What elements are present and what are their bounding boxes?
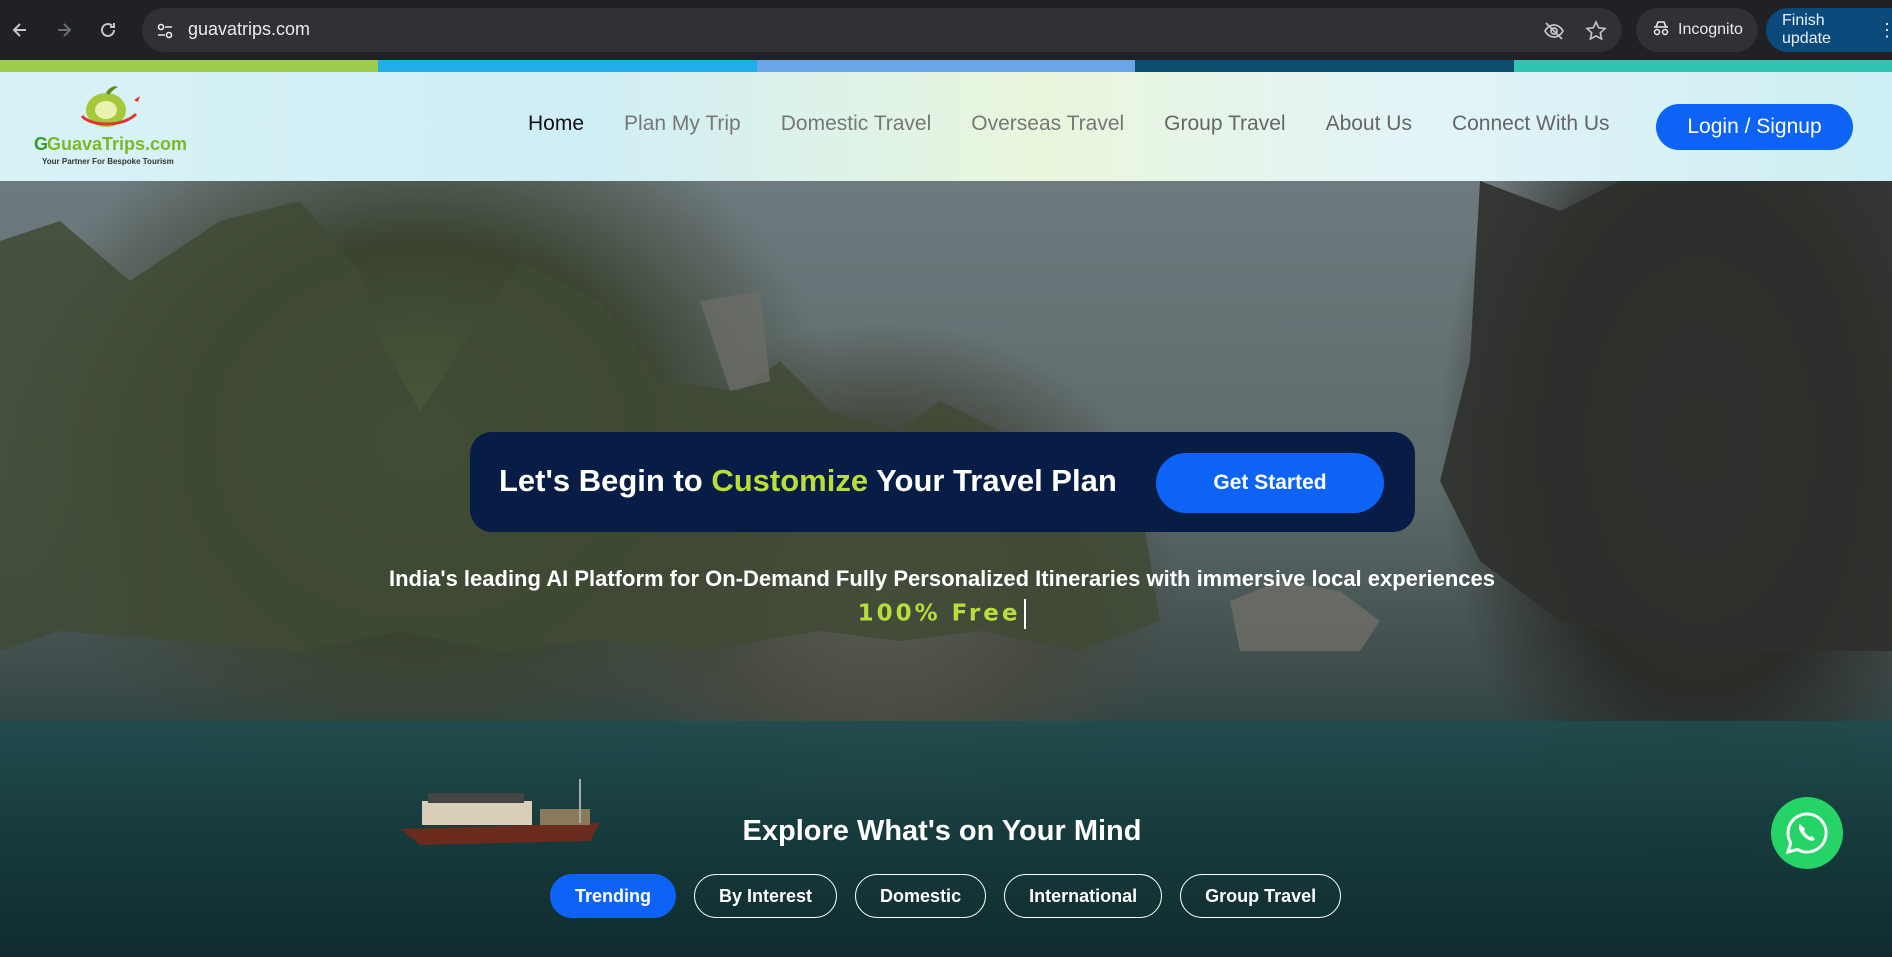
reload-icon[interactable]: [92, 14, 124, 46]
finish-update-label: Finish update: [1782, 12, 1831, 47]
main-nav: Home Plan My Trip Domestic Travel Overse…: [528, 112, 1650, 136]
chip-international[interactable]: International: [1004, 874, 1163, 918]
chip-group-travel[interactable]: Group Travel: [1180, 874, 1342, 918]
address-bar[interactable]: guavatrips.com: [142, 8, 1622, 52]
free-text: 100% Free: [857, 600, 1021, 627]
forward-icon[interactable]: [48, 14, 80, 46]
cta-prefix: Let's Begin to: [499, 463, 712, 498]
cta-highlight: Customize: [711, 463, 869, 498]
whatsapp-icon: [1785, 812, 1828, 855]
strip-segment: [378, 60, 757, 72]
nav-plan-my-trip[interactable]: Plan My Trip: [624, 112, 741, 136]
incognito-icon: [1652, 19, 1670, 42]
cta-heading: Let's Begin to Customize Your Travel Pla…: [499, 463, 1117, 499]
back-icon[interactable]: [4, 14, 36, 46]
incognito-indicator[interactable]: Incognito: [1636, 8, 1758, 52]
chip-domestic[interactable]: Domestic: [855, 874, 987, 918]
strip-segment: [1513, 60, 1892, 72]
site-settings-icon[interactable]: [152, 18, 178, 44]
strip-segment: [0, 60, 379, 72]
chip-by-interest[interactable]: By Interest: [694, 874, 838, 918]
url-text[interactable]: guavatrips.com: [188, 19, 310, 40]
svg-text:G: G: [34, 134, 48, 154]
explore-chips: Trending By Interest Domestic Internatio…: [550, 874, 1342, 918]
logo-text: GuavaTrips.com: [47, 134, 187, 154]
hero-section: Let's Begin to Customize Your Travel Pla…: [0, 181, 1892, 957]
nav-about-us[interactable]: About Us: [1326, 112, 1412, 136]
explore-title: Explore What's on Your Mind: [742, 815, 1142, 847]
cta-banner: Let's Begin to Customize Your Travel Pla…: [470, 432, 1415, 532]
logo-tagline: Your Partner For Bespoke Tourism: [42, 157, 174, 166]
nav-connect-with-us[interactable]: Connect With Us: [1452, 112, 1610, 136]
browser-toolbar: guavatrips.com Incognito Finish update ⋮: [0, 0, 1892, 60]
star-icon[interactable]: [1584, 19, 1608, 43]
hero-tagline: India's leading AI Platform for On-Deman…: [389, 566, 1495, 591]
site-logo[interactable]: G GuavaTrips.com Your Partner For Bespok…: [34, 82, 204, 174]
guava-logo-icon: G GuavaTrips.com Your Partner For Bespok…: [34, 86, 187, 166]
incognito-label: Incognito: [1678, 21, 1743, 38]
get-started-button[interactable]: Get Started: [1156, 453, 1384, 513]
nav-home[interactable]: Home: [528, 112, 584, 136]
strip-segment: [1135, 60, 1514, 72]
more-icon[interactable]: ⋮: [1878, 20, 1892, 41]
cta-suffix: Your Travel Plan: [868, 463, 1117, 498]
finish-update-button[interactable]: Finish update ⋮: [1766, 8, 1892, 52]
strip-segment: [756, 60, 1136, 72]
site-header: G GuavaTrips.com Your Partner For Bespok…: [0, 72, 1892, 181]
chip-trending[interactable]: Trending: [550, 874, 676, 918]
free-badge: 100% Free: [0, 599, 1884, 629]
nav-overseas-travel[interactable]: Overseas Travel: [971, 112, 1124, 136]
eye-off-icon[interactable]: [1542, 19, 1566, 43]
whatsapp-button[interactable]: [1771, 797, 1843, 869]
login-signup-button[interactable]: Login / Signup: [1656, 104, 1853, 150]
typing-caret: [1024, 599, 1027, 629]
nav-domestic-travel[interactable]: Domestic Travel: [781, 112, 932, 136]
nav-group-travel[interactable]: Group Travel: [1164, 112, 1285, 136]
color-strip: [0, 60, 1892, 72]
